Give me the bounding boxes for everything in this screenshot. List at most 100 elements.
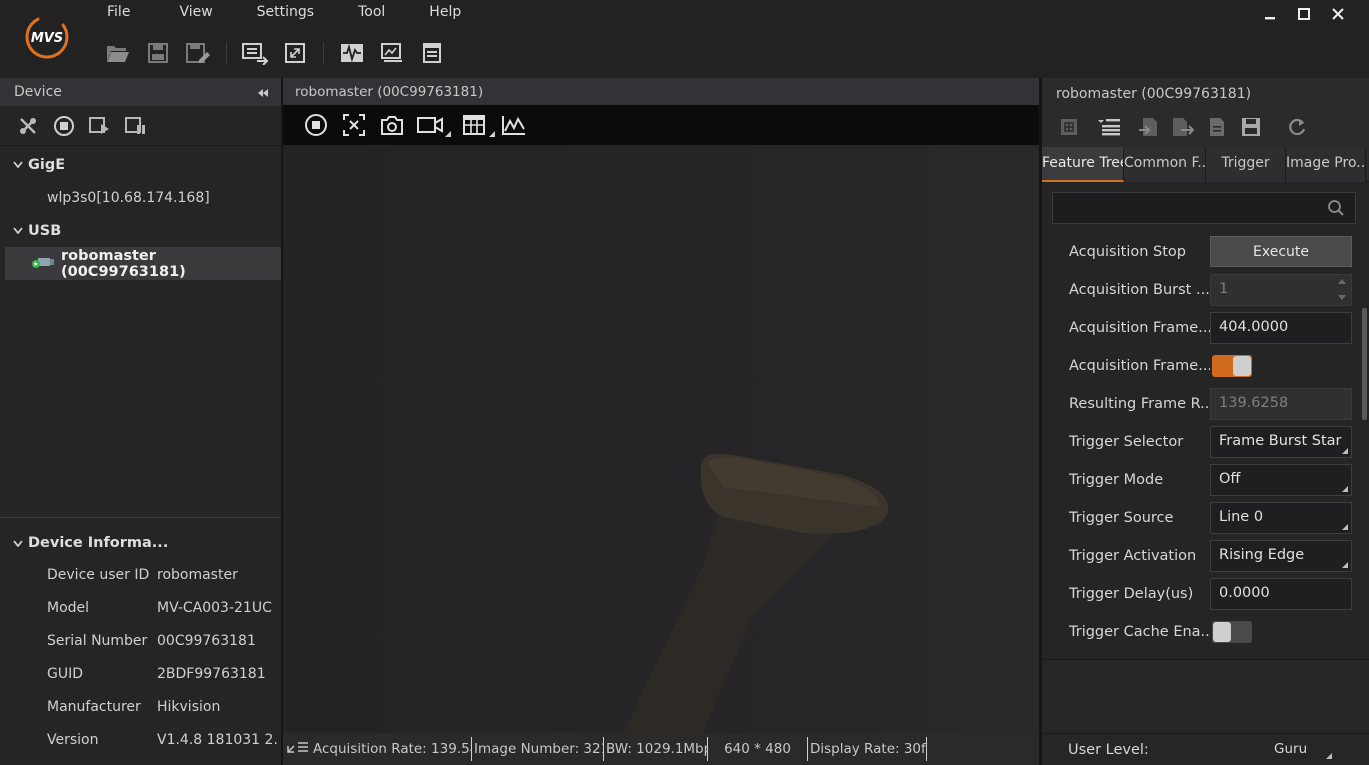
save-icon[interactable]	[141, 36, 175, 70]
start-all-icon[interactable]	[84, 111, 116, 141]
spin-arrows-icon	[1337, 277, 1347, 307]
disconnect-icon[interactable]	[12, 111, 44, 141]
import-icon[interactable]	[1134, 112, 1164, 142]
close-icon[interactable]	[1321, 2, 1355, 26]
frame-rate-enable-toggle[interactable]	[1212, 355, 1252, 377]
record-icon[interactable]	[413, 109, 451, 141]
dropdown-indicator	[1326, 752, 1332, 759]
save-as-icon[interactable]	[181, 36, 215, 70]
trigger-activation-select[interactable]: Rising Edge	[1210, 540, 1352, 572]
feature-label: Trigger Cache Ena...	[1069, 624, 1210, 640]
tab-trigger[interactable]: Trigger	[1206, 147, 1286, 182]
menu-help[interactable]: Help	[418, 0, 472, 26]
open-folder-icon[interactable]	[101, 36, 135, 70]
main-toolbar	[98, 34, 452, 72]
mvs-logo: MVS	[24, 14, 70, 60]
feature-row: Resulting Frame R... 139.6258	[1042, 385, 1362, 423]
frame-rate-input[interactable]: 404.0000	[1210, 312, 1352, 344]
dropdown-indicator[interactable]	[445, 131, 451, 137]
tab-image-processing[interactable]: Image Pro...	[1286, 147, 1366, 182]
feature-row: Acquisition Burst ... 1	[1042, 271, 1362, 309]
feature-search-input[interactable]	[1052, 192, 1356, 224]
menu-file[interactable]: File	[96, 0, 141, 26]
toolbar-separator	[226, 42, 227, 64]
save-icon[interactable]	[1236, 112, 1266, 142]
stop-grab-icon[interactable]	[120, 111, 152, 141]
trigger-source-select[interactable]: Line 0	[1210, 502, 1352, 534]
user-level-label: User Level:	[1068, 741, 1149, 758]
trigger-cache-toggle[interactable]	[1212, 621, 1252, 643]
status-bar-icon[interactable]	[287, 741, 309, 757]
chevron-down-icon[interactable]	[10, 227, 26, 234]
waveform-icon[interactable]	[335, 36, 369, 70]
tree-item-network-interface[interactable]: wlp3s0[10.68.174.168]	[0, 181, 281, 214]
minimize-icon[interactable]	[1253, 2, 1287, 26]
chevron-down-icon[interactable]	[10, 161, 26, 168]
feature-label: Trigger Source	[1069, 510, 1174, 526]
search-icon[interactable]	[1327, 199, 1345, 221]
histogram-icon[interactable]	[497, 109, 531, 141]
status-bar: Acquisition Rate: 139.58fps Image Number…	[283, 733, 1039, 765]
view-toolbar	[283, 105, 1039, 145]
tree-group-gige[interactable]: GigE	[0, 148, 281, 181]
trigger-mode-select[interactable]: Off	[1210, 464, 1352, 496]
toggle-knob	[1213, 622, 1231, 642]
device-info-header[interactable]: Device Informa...	[0, 528, 281, 558]
menu-bar: File View Settings Tool Help	[96, 0, 494, 26]
grid-icon[interactable]	[457, 109, 495, 141]
menu-settings[interactable]: Settings	[246, 0, 325, 26]
file-icon[interactable]	[1202, 112, 1232, 142]
collapse-panel-icon[interactable]	[257, 86, 269, 102]
user-level-select[interactable]: Guru	[1274, 739, 1354, 761]
feature-panel-title: robomaster (00C99763181)	[1042, 78, 1369, 109]
trigger-selector-select[interactable]: Frame Burst Star	[1210, 426, 1352, 458]
feature-row: Acquisition Frame... 404.0000	[1042, 309, 1362, 347]
dropdown-indicator	[1342, 448, 1348, 454]
chevron-down-icon[interactable]	[10, 539, 26, 547]
menu-tool[interactable]: Tool	[347, 0, 396, 26]
feature-row: Acquisition Frame...	[1042, 347, 1362, 385]
dropdown-indicator	[1342, 524, 1348, 530]
tree-item-robomaster-camera[interactable]: robomaster (00C99763181)	[5, 247, 281, 280]
window-controls	[1253, 2, 1355, 26]
crop-icon[interactable]	[337, 109, 371, 141]
dropdown-indicator[interactable]	[489, 131, 495, 137]
burst-count-stepper: 1	[1210, 274, 1352, 306]
feature-label: Acquisition Stop	[1069, 244, 1186, 260]
info-row-version: Version V1.4.8 181031 2...	[0, 723, 281, 756]
menu-view[interactable]: View	[168, 0, 223, 26]
list-view-icon[interactable]	[1094, 112, 1124, 142]
feature-label: Acquisition Frame...	[1069, 320, 1210, 336]
list-icon[interactable]	[415, 36, 449, 70]
feature-list-scrollbar[interactable]	[1362, 308, 1367, 420]
info-key: Version	[47, 731, 99, 748]
device-panel-header: Device	[0, 78, 281, 106]
tree-group-usb[interactable]: USB	[0, 214, 281, 247]
tree-group-label: GigE	[28, 156, 66, 173]
device-config-icon[interactable]	[238, 36, 272, 70]
stop-all-icon[interactable]	[48, 111, 80, 141]
image-chart-icon[interactable]	[375, 36, 409, 70]
camera-image[interactable]	[283, 145, 1039, 765]
logo-text: MVS	[31, 31, 63, 46]
feature-row: Trigger Delay(us) 0.0000	[1042, 575, 1362, 613]
execute-button[interactable]: Execute	[1210, 236, 1352, 267]
snapshot-icon[interactable]	[375, 109, 409, 141]
tab-feature-tree[interactable]: Feature Tree	[1042, 147, 1124, 182]
user-level-value: Guru	[1274, 740, 1308, 757]
image-view: robomaster (00C99763181) Acquisition Rat…	[283, 78, 1039, 765]
refresh-icon[interactable]	[1282, 112, 1312, 142]
feature-label: Trigger Selector	[1069, 434, 1184, 450]
tab-common-features[interactable]: Common F...	[1124, 147, 1206, 182]
feature-row: Trigger Activation Rising Edge	[1042, 537, 1362, 575]
info-row-user-id: Device user ID robomaster	[0, 558, 281, 591]
fit-window-icon[interactable]	[278, 36, 312, 70]
feature-row: Trigger Selector Frame Burst Star	[1042, 423, 1362, 461]
maximize-icon[interactable]	[1287, 2, 1321, 26]
info-value: robomaster	[157, 566, 238, 583]
trigger-delay-input[interactable]: 0.0000	[1210, 578, 1352, 610]
status-bandwidth: BW: 1029.1Mbps	[604, 737, 708, 761]
export-icon[interactable]	[1168, 112, 1198, 142]
stop-grab-icon[interactable]	[299, 109, 333, 141]
tree-view-icon[interactable]	[1054, 112, 1084, 142]
